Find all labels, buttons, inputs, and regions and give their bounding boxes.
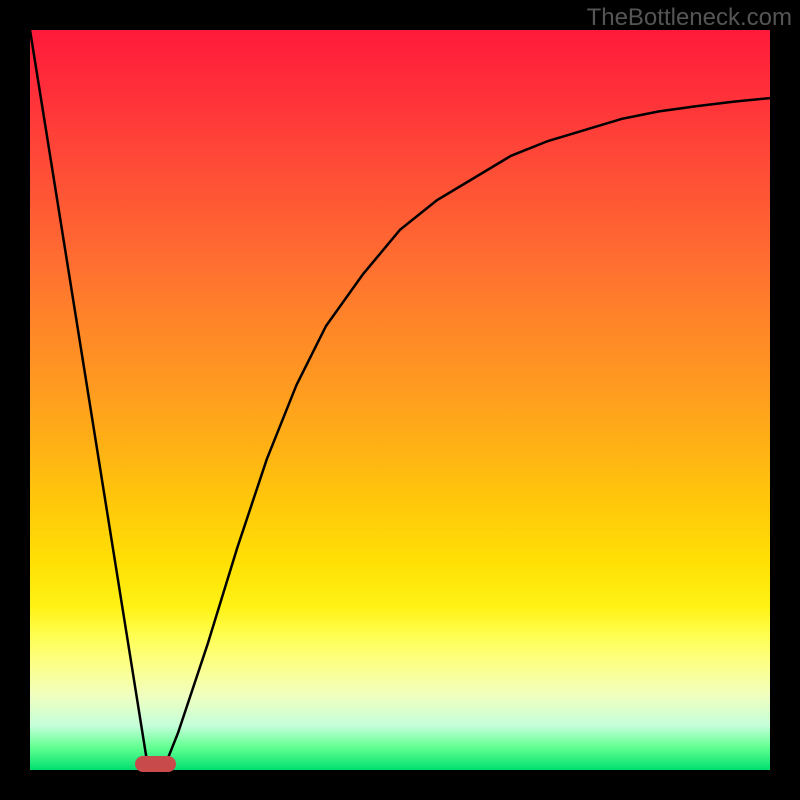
watermark-text: TheBottleneck.com — [587, 4, 792, 32]
curves-svg — [30, 30, 770, 770]
chart-container: TheBottleneck.com — [0, 0, 800, 800]
right-curve — [163, 98, 770, 770]
plot-area — [30, 30, 770, 770]
left-line — [30, 30, 148, 770]
bottleneck-marker — [135, 756, 176, 772]
